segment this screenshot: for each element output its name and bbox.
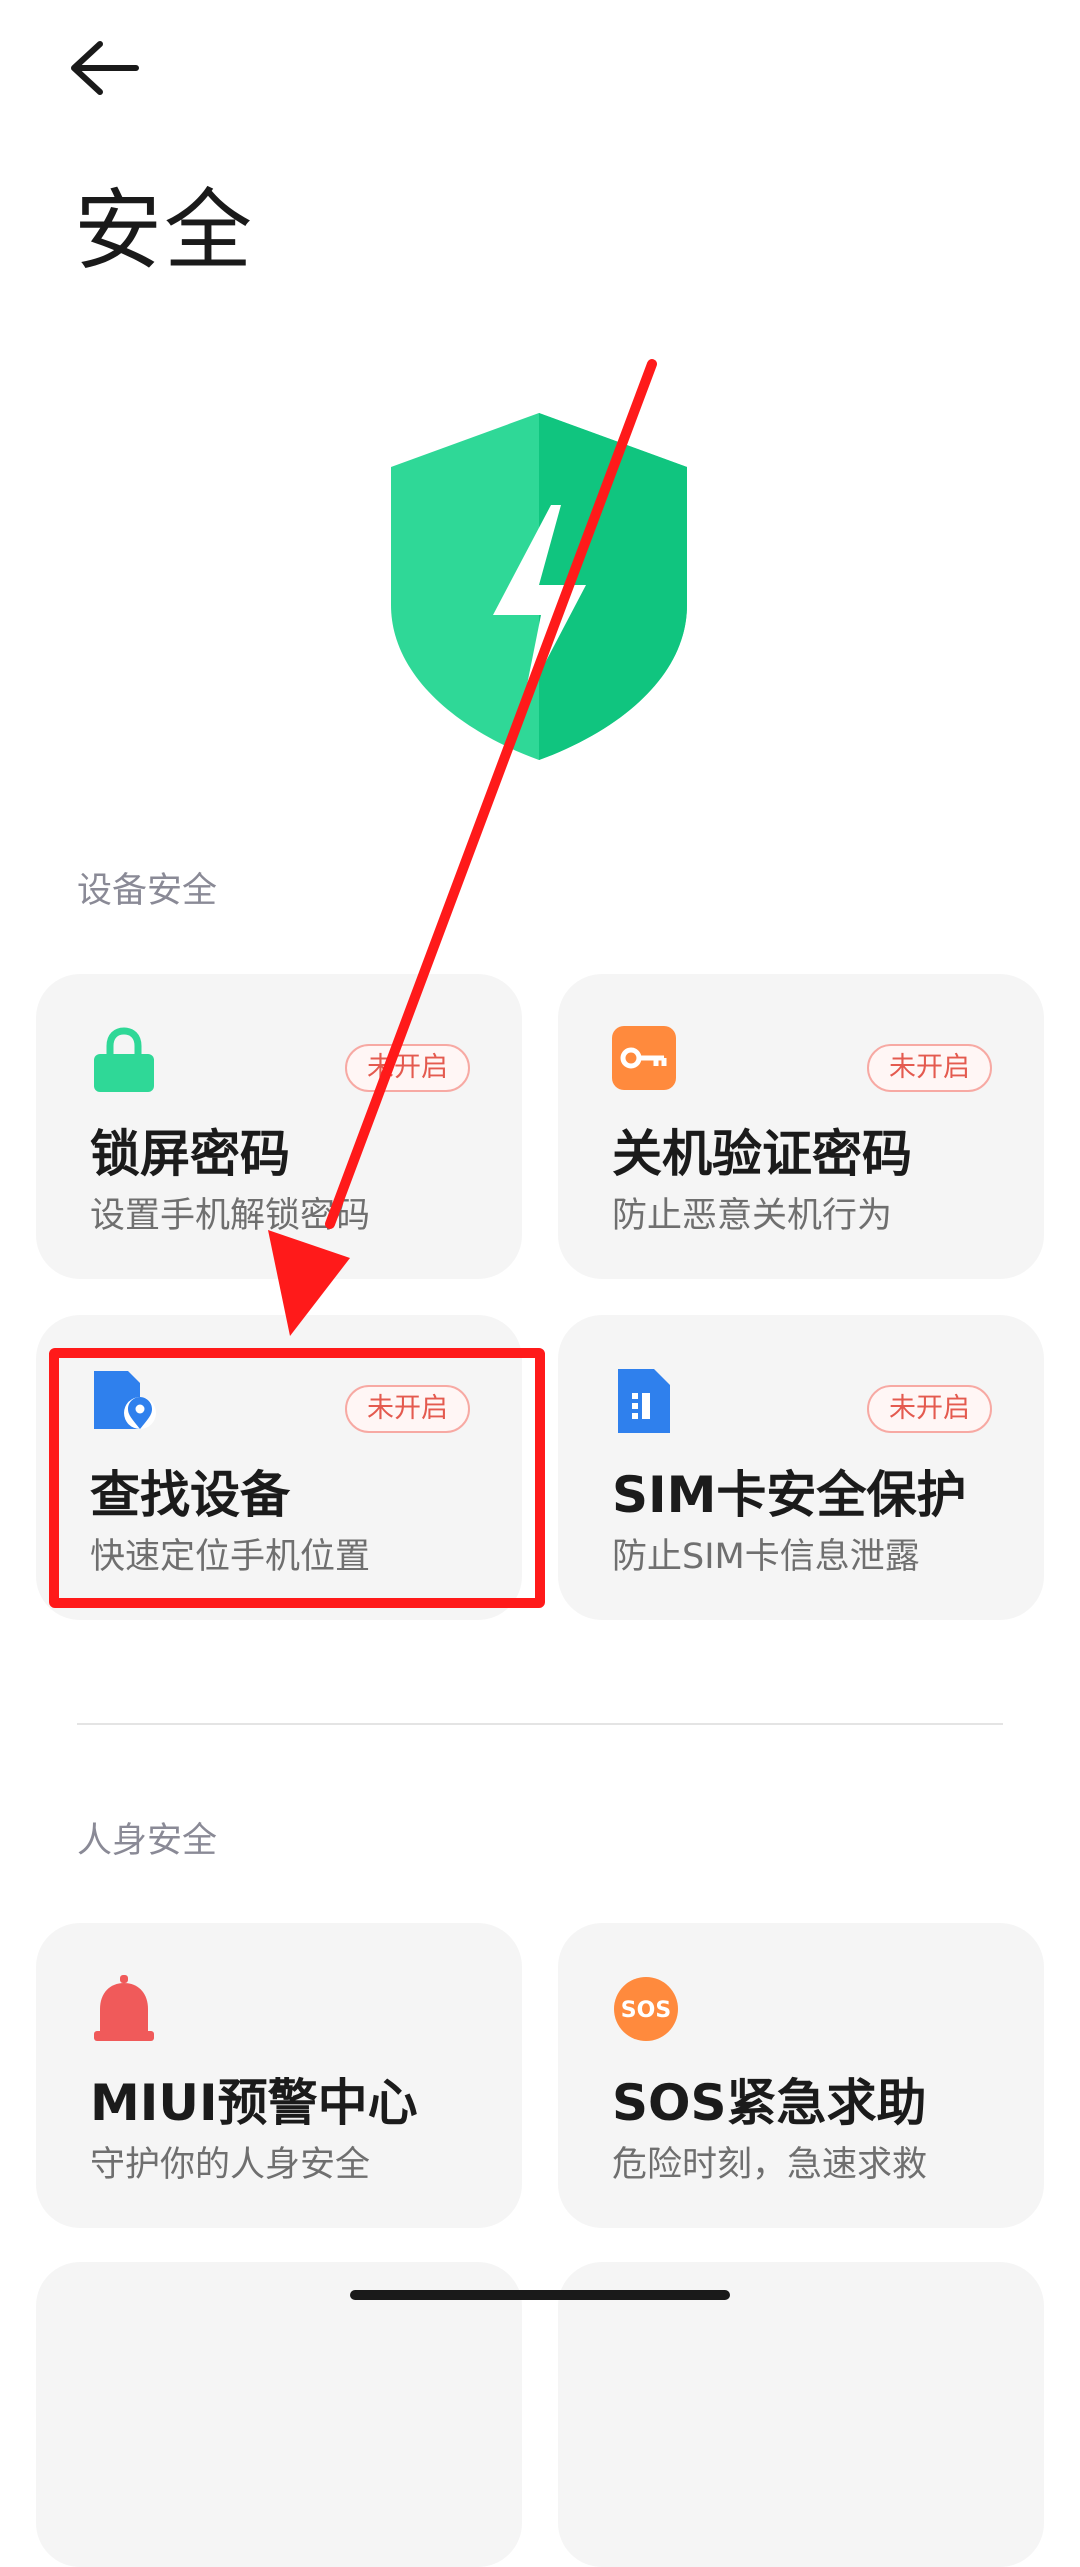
card-description: 快速定位手机位置 bbox=[90, 1537, 371, 1577]
page-title: 安全 bbox=[74, 179, 255, 282]
card-title: 关机验证密码 bbox=[612, 1125, 912, 1183]
status-badge: 未开启 bbox=[867, 1385, 992, 1433]
card-miui-alert-center[interactable]: MIUI预警中心 守护你的人身安全 bbox=[36, 1923, 522, 2228]
security-shield-icon bbox=[391, 413, 687, 760]
status-badge: 未开启 bbox=[345, 1385, 470, 1433]
section-label-personal-safety: 人身安全 bbox=[77, 1821, 218, 1861]
card-description: 设置手机解锁密码 bbox=[90, 1196, 371, 1236]
card-title: SOS紧急求助 bbox=[612, 2074, 927, 2132]
key-icon bbox=[612, 1026, 676, 1090]
card-description: 防止SIM卡信息泄露 bbox=[612, 1537, 920, 1577]
status-badge: 未开启 bbox=[345, 1044, 470, 1092]
card-find-device[interactable]: 未开启 查找设备 快速定位手机位置 bbox=[36, 1315, 522, 1620]
section-label-device-security: 设备安全 bbox=[77, 871, 218, 911]
card-partial[interactable] bbox=[558, 2262, 1044, 2567]
svg-text:SOS: SOS bbox=[621, 1998, 671, 2023]
arrow-left-icon bbox=[71, 41, 139, 95]
card-description: 危险时刻，急速求救 bbox=[612, 2145, 928, 2185]
card-title: 查找设备 bbox=[90, 1466, 290, 1524]
section-divider bbox=[77, 1723, 1003, 1725]
card-title: 锁屏密码 bbox=[90, 1125, 290, 1183]
card-description: 防止恶意关机行为 bbox=[612, 1196, 893, 1236]
back-button[interactable] bbox=[66, 36, 176, 146]
card-sim-card-protection[interactable]: 未开启 SIM卡安全保护 防止SIM卡信息泄露 bbox=[558, 1315, 1044, 1620]
sos-icon: SOS bbox=[614, 1977, 678, 2041]
status-badge: 未开启 bbox=[867, 1044, 992, 1092]
find-device-icon bbox=[94, 1371, 156, 1429]
card-sos-emergency[interactable]: SOS SOS紧急求助 危险时刻，急速求救 bbox=[558, 1923, 1044, 2228]
card-title: MIUI预警中心 bbox=[90, 2074, 418, 2132]
lock-icon bbox=[94, 1027, 154, 1092]
card-lock-screen-password[interactable]: 未开启 锁屏密码 设置手机解锁密码 bbox=[36, 974, 522, 1279]
card-description: 守护你的人身安全 bbox=[90, 2145, 371, 2185]
card-title: SIM卡安全保护 bbox=[612, 1466, 967, 1524]
card-partial[interactable] bbox=[36, 2262, 522, 2567]
home-indicator[interactable] bbox=[350, 2290, 730, 2300]
alarm-siren-icon bbox=[94, 1975, 154, 2041]
sim-card-icon bbox=[618, 1369, 670, 1433]
card-shutdown-verification-password[interactable]: 未开启 关机验证密码 防止恶意关机行为 bbox=[558, 974, 1044, 1279]
